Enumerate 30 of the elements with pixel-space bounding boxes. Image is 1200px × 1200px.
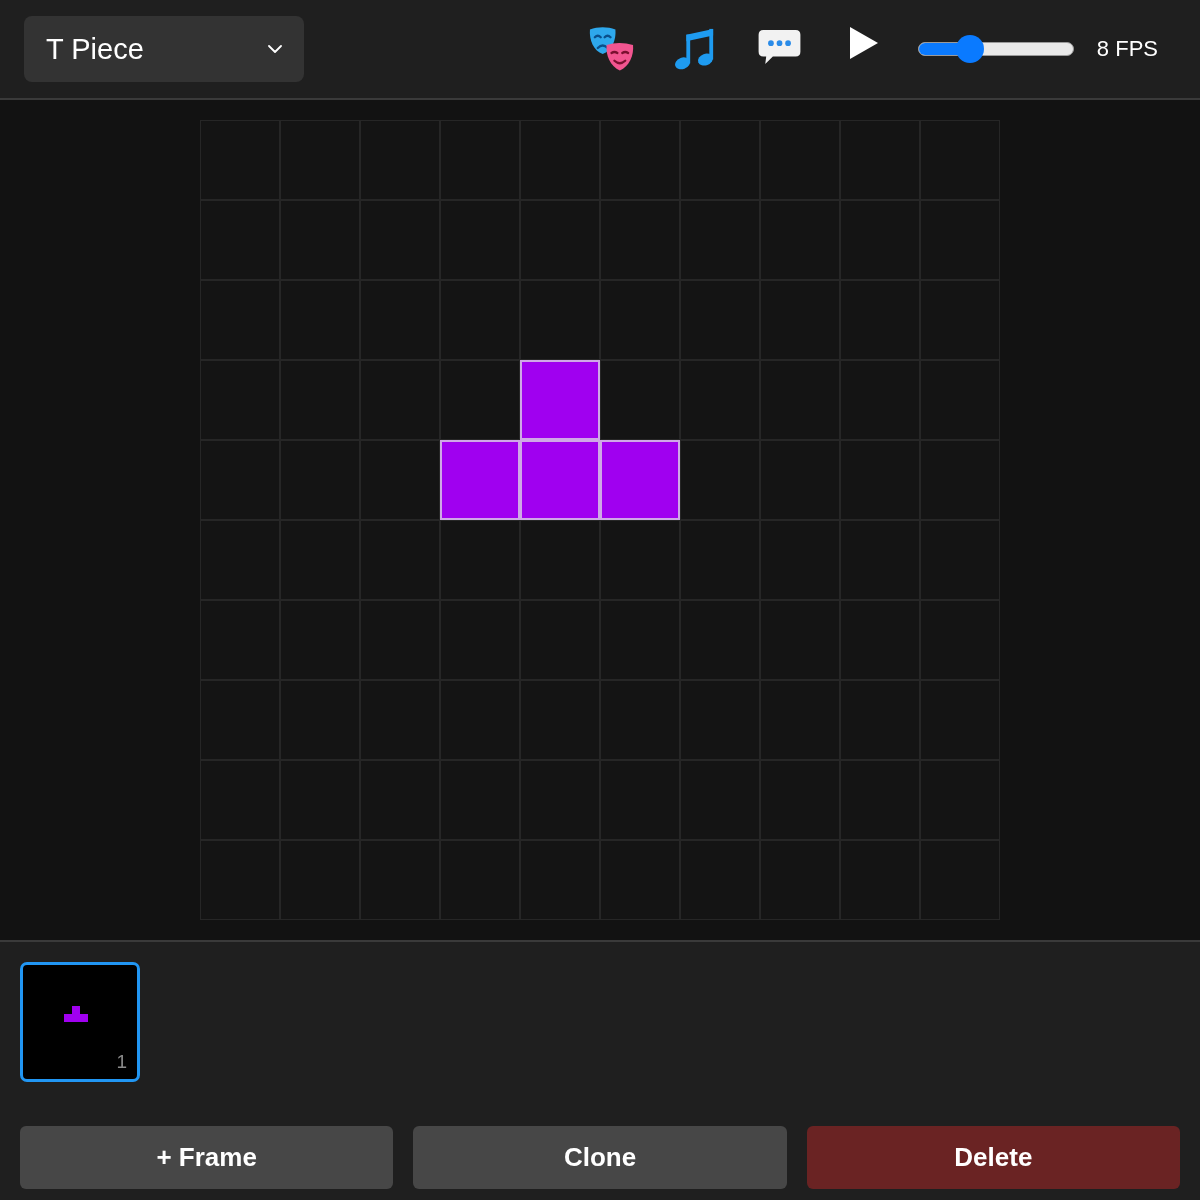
grid-cell[interactable]: [440, 520, 520, 600]
speech-bubble-icon[interactable]: [756, 28, 802, 66]
filled-cell[interactable]: [520, 440, 600, 520]
grid-cell[interactable]: [680, 440, 760, 520]
delete-button[interactable]: Delete: [806, 1126, 1180, 1189]
grid-cell[interactable]: [360, 440, 440, 520]
filled-cell[interactable]: [520, 360, 600, 440]
grid-cell[interactable]: [520, 520, 600, 600]
chevron-down-icon: [268, 45, 282, 53]
frame-number: 1: [116, 1051, 127, 1073]
grid-cell[interactable]: [360, 360, 440, 440]
grid-cell[interactable]: [600, 280, 680, 360]
play-icon[interactable]: [849, 27, 878, 59]
frame-thumbnail[interactable]: 1: [20, 962, 140, 1082]
piece-select[interactable]: T Piece: [24, 16, 304, 82]
fps-reading: 8 FPS: [1096, 36, 1158, 62]
action-button[interactable]: Clone: [413, 1126, 787, 1189]
grid-cell[interactable]: [520, 280, 600, 360]
grid-cell[interactable]: [680, 360, 760, 440]
filled-cell[interactable]: [600, 440, 680, 520]
grid-cell[interactable]: [440, 360, 520, 440]
filled-cell[interactable]: [440, 440, 520, 520]
grid-cell[interactable]: [600, 360, 680, 440]
grid-cell[interactable]: [360, 520, 440, 600]
grid-cell[interactable]: [440, 280, 520, 360]
action-button[interactable]: + Frame: [20, 1126, 394, 1189]
theater-masks-icon[interactable]: [587, 26, 635, 72]
grid-cell[interactable]: [600, 520, 680, 600]
grid-cell[interactable]: [680, 520, 760, 600]
slider-thumb[interactable]: [956, 35, 985, 63]
